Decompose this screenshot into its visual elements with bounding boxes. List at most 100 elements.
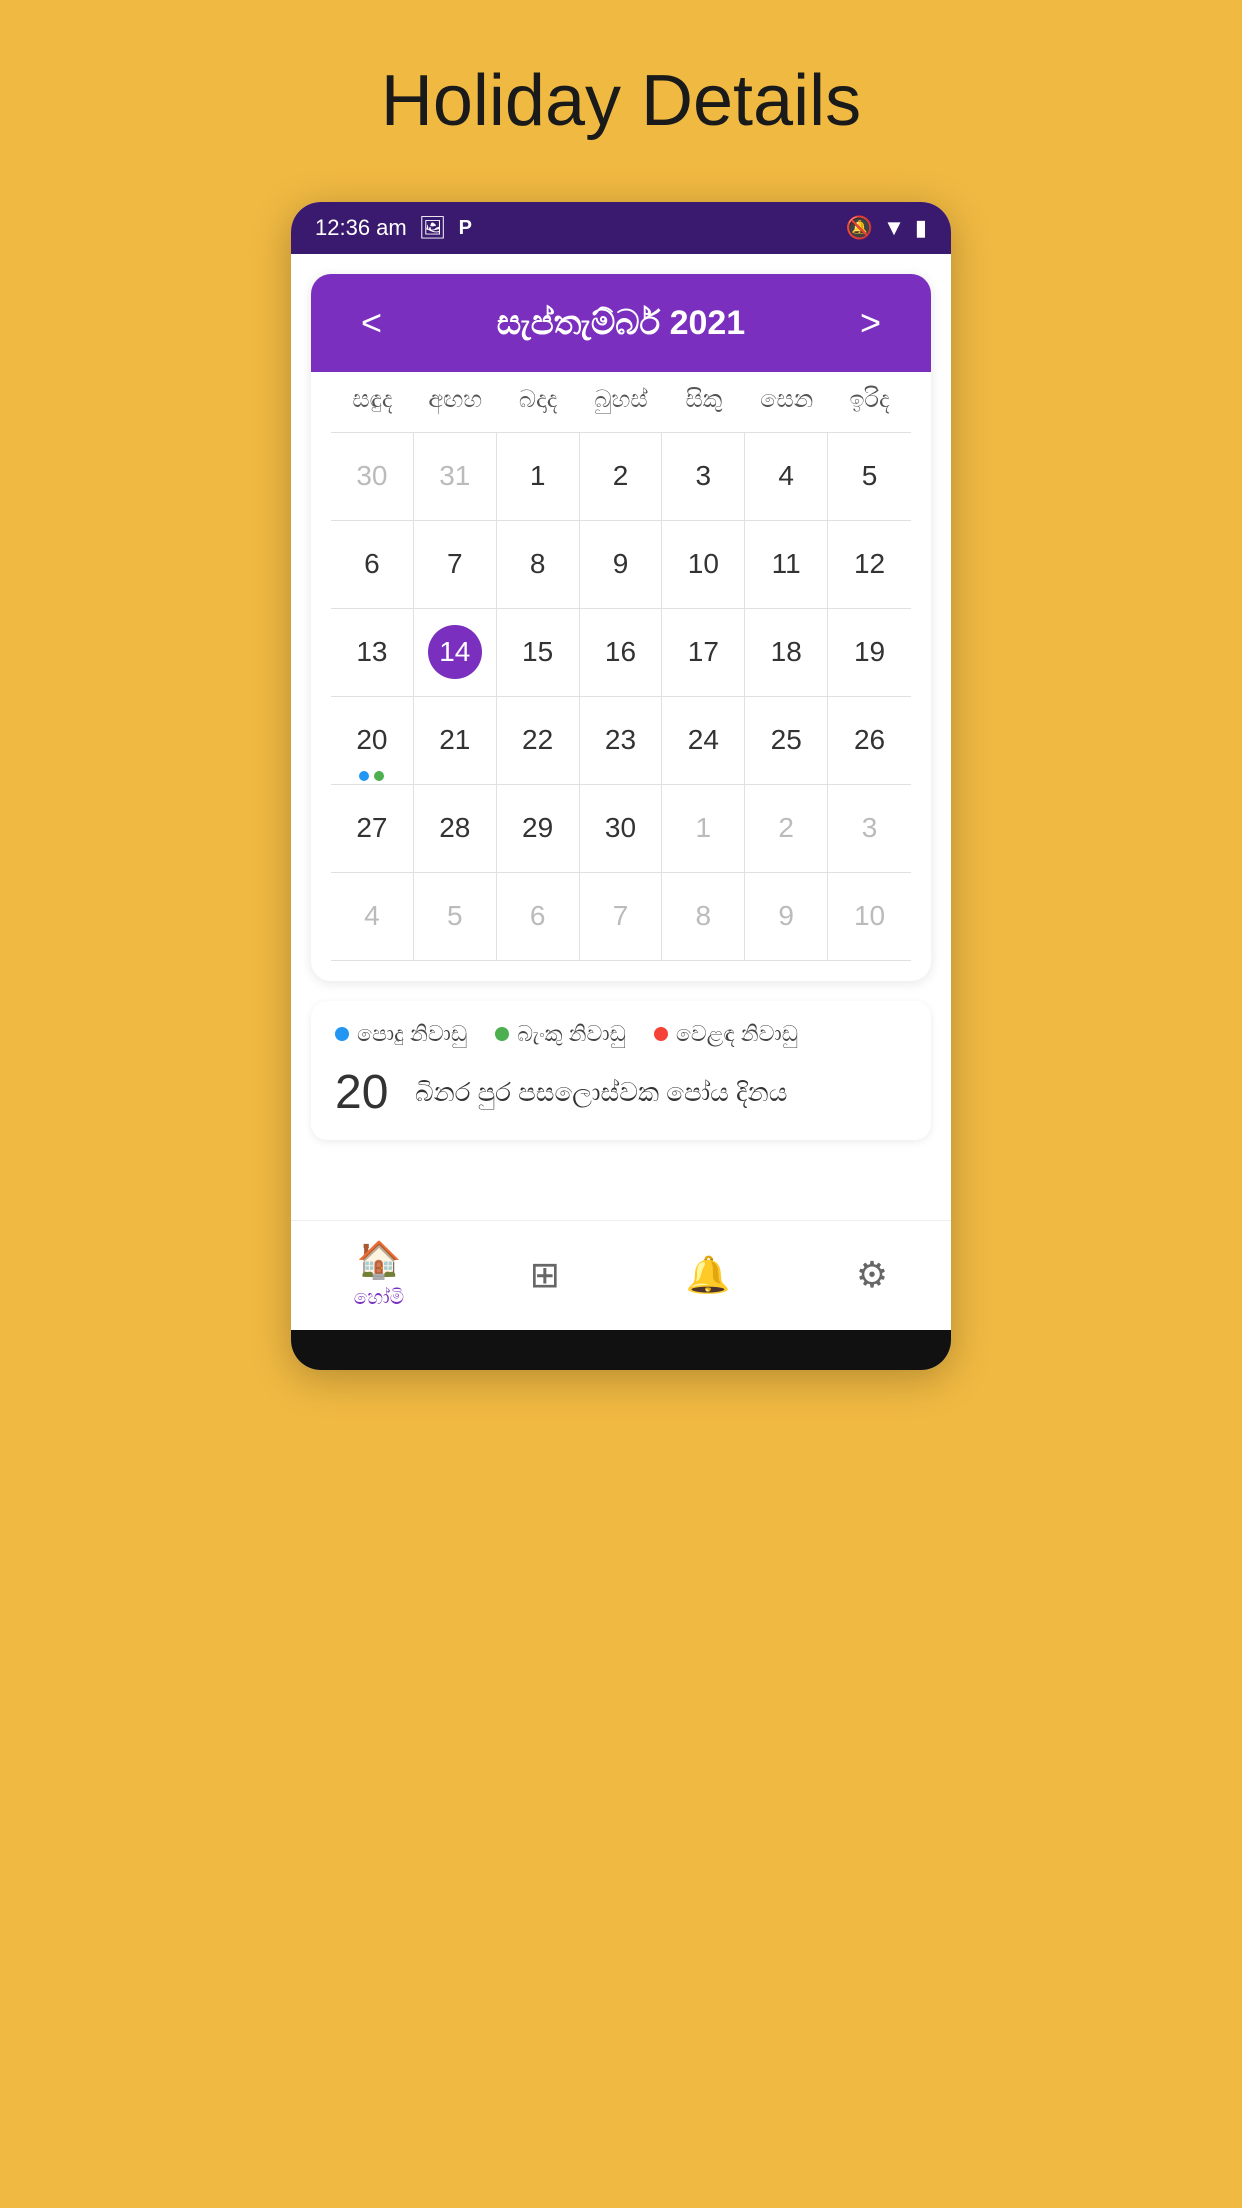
calendar-day-number: 9: [593, 537, 647, 591]
calendar-cell[interactable]: 27: [331, 785, 414, 872]
wifi-icon: ▼: [883, 215, 905, 241]
page-title: Holiday Details: [381, 60, 861, 142]
calendar-day-number: 28: [428, 801, 482, 855]
calendar-cell[interactable]: 15: [497, 609, 580, 696]
holiday-name: බිනර පුර පසලොස්වක පෝය දිනය: [415, 1077, 787, 1109]
calendar-cell[interactable]: 2: [745, 785, 828, 872]
image-icon: 🖼: [419, 215, 447, 241]
calendar-cell[interactable]: 1: [497, 433, 580, 520]
calendar-cell[interactable]: 25: [745, 697, 828, 784]
calendar-cell[interactable]: 3: [662, 433, 745, 520]
calendar-cell[interactable]: 3: [828, 785, 911, 872]
calendar-day-number: 10: [676, 537, 730, 591]
calendar-cell[interactable]: 4: [331, 873, 414, 960]
calendar-header: < සැප්තැම්බර් 2021 >: [311, 274, 931, 372]
calendar-row: 27 28 29 30 123: [331, 785, 911, 873]
day-header-sun: ඉරිද: [828, 386, 911, 414]
day-header-fri: සිකු: [662, 386, 745, 414]
day-header-mon: සඳුද: [331, 386, 414, 414]
calendar-day-number: 26: [843, 713, 897, 767]
calendar-cell[interactable]: 9: [580, 521, 663, 608]
calendar-day-number: 30: [593, 801, 647, 855]
nav-bell[interactable]: 🔔: [665, 1254, 750, 1296]
calendar-day-number: 14: [428, 625, 482, 679]
calendar-cell[interactable]: 20: [331, 697, 414, 784]
calendar-cell[interactable]: 7: [414, 521, 497, 608]
calendar-cell[interactable]: 7: [580, 873, 663, 960]
calendar-day-number: 11: [759, 537, 813, 591]
calendar-day-number: 6: [345, 537, 399, 591]
calendar-row: 456789 10: [331, 873, 911, 961]
calendar-cell[interactable]: 19: [828, 609, 911, 696]
calendar-cell[interactable]: 12: [828, 521, 911, 608]
calendar-row: 303112345: [331, 433, 911, 521]
calendar-day-number: 10: [843, 889, 897, 943]
calendar-row: 6789 10 11 12: [331, 521, 911, 609]
calendar-cell[interactable]: 29: [497, 785, 580, 872]
blue-dot: [359, 771, 369, 781]
calendar-day-number: 6: [511, 889, 565, 943]
settings-icon: ⚙: [856, 1254, 888, 1296]
status-time: 12:36 am: [315, 215, 407, 241]
calendar-cell[interactable]: 5: [828, 433, 911, 520]
nav-settings[interactable]: ⚙: [836, 1254, 908, 1296]
calendar-day-number: 15: [511, 625, 565, 679]
calendar-cell[interactable]: 22: [497, 697, 580, 784]
calendar-cell[interactable]: 14: [414, 609, 497, 696]
calendar-day-number: 1: [676, 801, 730, 855]
calendar-cell[interactable]: 8: [662, 873, 745, 960]
day-header-sat: සෙන: [745, 386, 828, 414]
parking-icon: P: [459, 217, 472, 240]
calendar-cell[interactable]: 2: [580, 433, 663, 520]
calendar-cell[interactable]: 18: [745, 609, 828, 696]
legend-dot-green: [495, 1027, 509, 1041]
calendar-cell[interactable]: 31: [414, 433, 497, 520]
calendar-day-number: 7: [593, 889, 647, 943]
calendar-cell[interactable]: 9: [745, 873, 828, 960]
calendar-cell[interactable]: 10: [828, 873, 911, 960]
calendar-cell[interactable]: 28: [414, 785, 497, 872]
calendar-cell[interactable]: 1: [662, 785, 745, 872]
calendar-day-number: 4: [759, 449, 813, 503]
holiday-entry: 20 බිනර පුර පසලොස්වක පෝය දිනය: [335, 1065, 907, 1120]
legend-mercantile-label: වෙළඳ නිවාඩු: [676, 1021, 798, 1047]
calendar-cell[interactable]: 23: [580, 697, 663, 784]
legend-mercantile: වෙළඳ නිවාඩු: [654, 1021, 798, 1047]
bell-mute-icon: 🔕: [846, 215, 873, 241]
calendar-day-number: 5: [428, 889, 482, 943]
legend-public: පොදු නිවාඩු: [335, 1021, 467, 1047]
calendar-day-number: 19: [843, 625, 897, 679]
calendar-cell[interactable]: 5: [414, 873, 497, 960]
calendar-day-number: 23: [593, 713, 647, 767]
next-month-button[interactable]: >: [850, 302, 891, 344]
calendar-cell[interactable]: 26: [828, 697, 911, 784]
calendar-cell[interactable]: 6: [331, 521, 414, 608]
day-header-tue: අඟහ: [414, 386, 497, 414]
calendar-body: සඳුද අඟහ බදාද බුහස් සිකු සෙන ඉරිද 303112…: [311, 372, 931, 981]
calendar-day-number: 29: [511, 801, 565, 855]
calendar-cell[interactable]: 11: [745, 521, 828, 608]
calendar-cell[interactable]: 21: [414, 697, 497, 784]
calendar-cell[interactable]: 10: [662, 521, 745, 608]
month-title: සැප්තැම්බර් 2021: [497, 304, 745, 343]
bottom-black-bar: [291, 1330, 951, 1370]
nav-grid[interactable]: ⊞: [510, 1254, 580, 1296]
calendar-day-number: 8: [676, 889, 730, 943]
calendar-cell[interactable]: 16: [580, 609, 663, 696]
legend-dot-red: [654, 1027, 668, 1041]
calendar-cell[interactable]: 17: [662, 609, 745, 696]
green-dot: [374, 771, 384, 781]
bottom-nav: 🏠 හෝමි ⊞ 🔔 ⚙: [291, 1220, 951, 1330]
calendar-cell[interactable]: 13: [331, 609, 414, 696]
calendar-cell[interactable]: 6: [497, 873, 580, 960]
phone-mockup: 12:36 am 🖼 P 🔕 ▼ ▮ < සැප්තැම්බර් 2021 > …: [291, 202, 951, 1370]
calendar-cell[interactable]: 30: [331, 433, 414, 520]
calendar-cell[interactable]: 30: [580, 785, 663, 872]
nav-home[interactable]: 🏠 හෝමි: [334, 1239, 424, 1310]
calendar-cell[interactable]: 24: [662, 697, 745, 784]
calendar-cell[interactable]: 4: [745, 433, 828, 520]
calendar-cell[interactable]: 8: [497, 521, 580, 608]
prev-month-button[interactable]: <: [351, 302, 392, 344]
calendar-day-number: 27: [345, 801, 399, 855]
day-headers: සඳුද අඟහ බදාද බුහස් සිකු සෙන ඉරිද: [331, 372, 911, 424]
